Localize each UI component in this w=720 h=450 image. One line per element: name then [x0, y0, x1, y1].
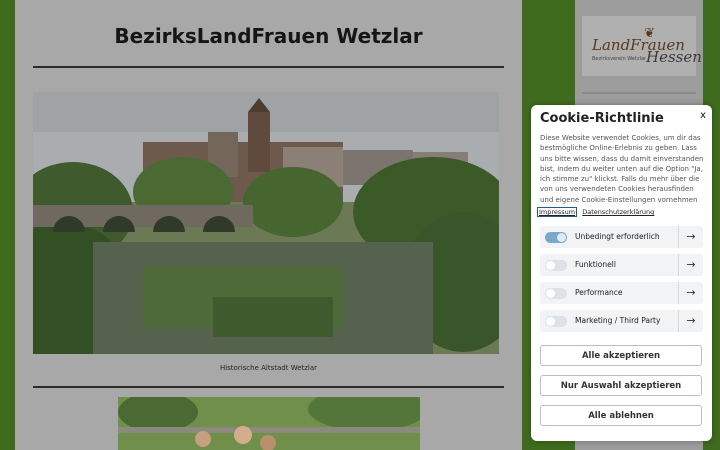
toggle-knob — [557, 233, 566, 242]
category-label: Funktionell — [575, 260, 616, 269]
category-row-performance[interactable]: Performance → — [540, 282, 703, 304]
category-label: Performance — [575, 288, 623, 297]
toggle-knob — [546, 261, 555, 270]
datenschutz-link[interactable]: Datenschutzerklärung — [582, 208, 654, 216]
cookie-links: Impressum Datenschutzerklärung — [536, 207, 658, 217]
category-row-marketing[interactable]: Marketing / Third Party → — [540, 310, 703, 332]
logo-region: Hessen — [646, 48, 702, 66]
cookie-title: Cookie-Richtlinie — [540, 111, 664, 126]
main-content: BezirksLandFrauen Wetzlar Historische Al… — [15, 0, 522, 450]
arrow-right-icon[interactable]: → — [678, 254, 703, 276]
landfrauen-logo[interactable]: ❦ LandFrauen Hessen Bezirksverein Wetzla… — [582, 16, 702, 76]
group-photo — [118, 397, 420, 450]
toggle-functional[interactable] — [545, 260, 567, 271]
toggle-marketing[interactable] — [545, 316, 567, 327]
sidebar-divider — [582, 92, 696, 94]
category-row-necessary[interactable]: Unbedingt erforderlich → — [540, 226, 703, 248]
arrow-right-icon[interactable]: → — [678, 310, 703, 332]
category-row-functional[interactable]: Funktionell → — [540, 254, 703, 276]
logo-subtitle: Bezirksverein Wetzlar — [592, 56, 647, 62]
slider-image-altstadt: › — [33, 92, 499, 354]
toggle-necessary[interactable] — [545, 232, 567, 243]
cookie-dialog: Cookie-Richtlinie x Diese Website verwen… — [531, 105, 712, 441]
category-label: Marketing / Third Party — [575, 316, 661, 325]
close-icon[interactable]: x — [700, 110, 706, 121]
title-divider — [33, 66, 504, 68]
altstadt-photo — [33, 92, 499, 354]
image-caption: Historische Altstadt Wetzlar — [219, 364, 318, 372]
caption-divider — [33, 386, 504, 388]
arrow-right-icon[interactable]: → — [678, 282, 703, 304]
reject-all-button[interactable]: Alle ablehnen — [540, 405, 702, 426]
impressum-link[interactable]: Impressum — [536, 207, 578, 217]
group-photo-graphic — [118, 397, 420, 450]
toggle-knob — [546, 289, 555, 298]
category-label: Unbedingt erforderlich — [575, 232, 660, 241]
page-title: BezirksLandFrauen Wetzlar — [114, 24, 423, 48]
accept-all-button[interactable]: Alle akzeptieren — [540, 345, 702, 366]
cookie-description: Diese Website verwendet Cookies, um dir … — [540, 134, 704, 204]
toggle-performance[interactable] — [545, 288, 567, 299]
accept-selection-button[interactable]: Nur Auswahl akzeptieren — [540, 375, 702, 396]
arrow-right-icon[interactable]: → — [678, 226, 703, 248]
toggle-knob — [546, 317, 555, 326]
